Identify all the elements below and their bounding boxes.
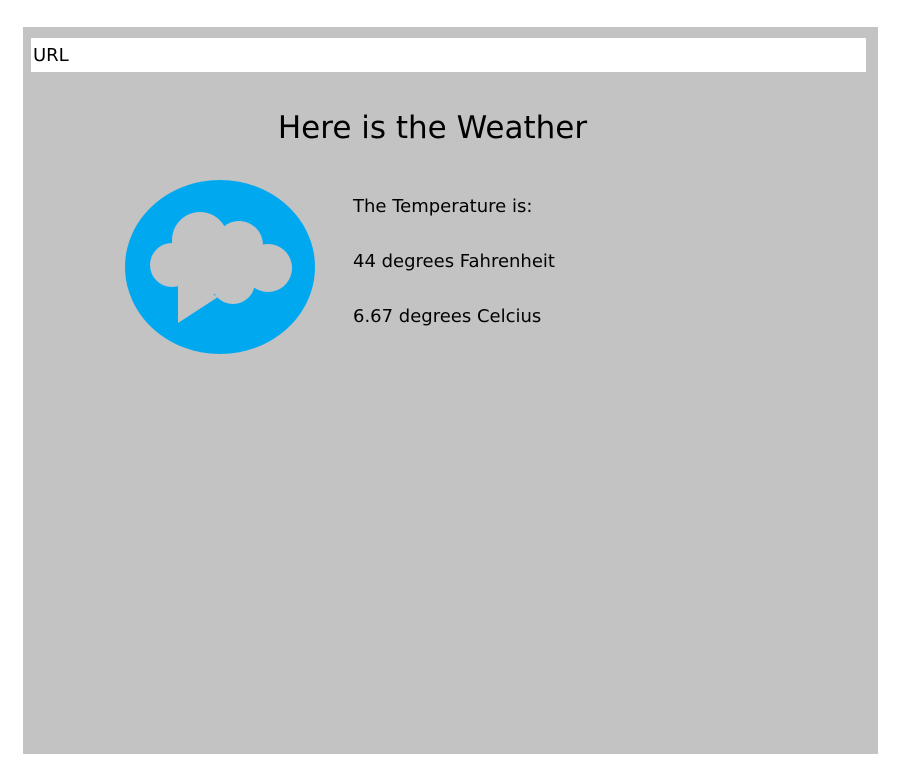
url-input[interactable] [31,38,866,72]
cloud-speech-bubble-icon [125,180,315,354]
temperature-label: The Temperature is: [353,196,533,217]
temperature-panel: The Temperature is: 44 degrees Fahrenhei… [353,193,555,331]
temperature-fahrenheit: 44 degrees Fahrenheit [353,251,555,272]
temperature-celsius: 6.67 degrees Celcius [353,306,542,327]
page-title: Here is the Weather [277,110,588,146]
browser-window: Here is the Weather The Temperature is: … [23,27,878,754]
